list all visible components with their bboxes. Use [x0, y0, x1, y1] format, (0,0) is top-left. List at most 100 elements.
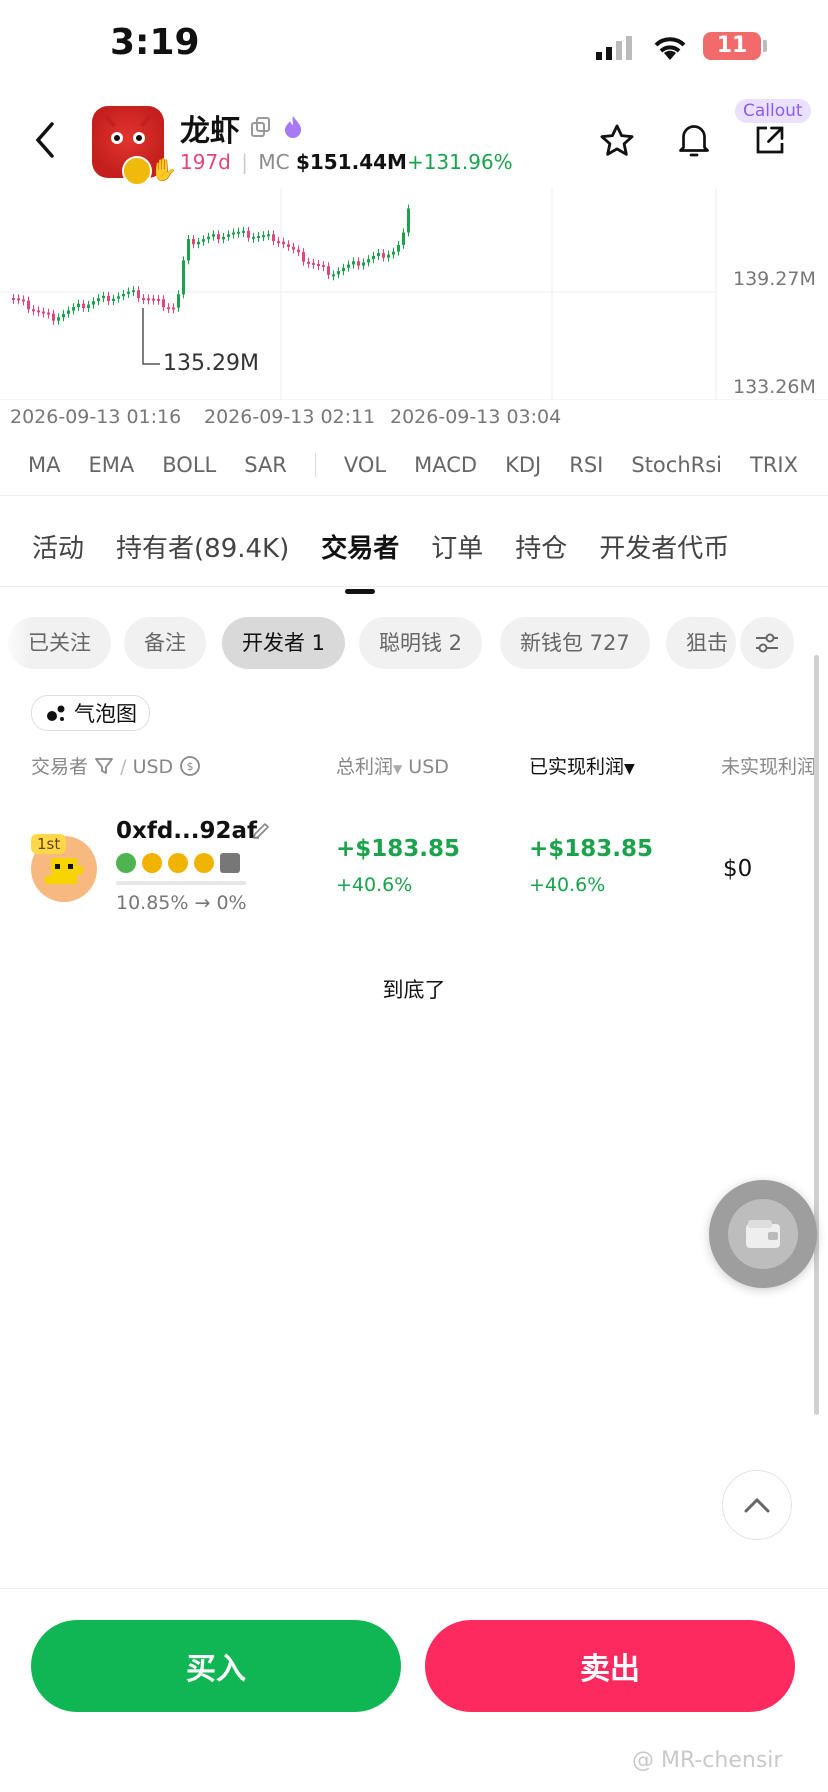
candle	[147, 298, 150, 301]
header-realized-profit[interactable]: 已实现利润▼	[529, 752, 635, 779]
candle	[387, 254, 390, 258]
realized-profit-percent: +40.6%	[529, 874, 606, 896]
copy-icon[interactable]	[250, 116, 272, 142]
candle	[112, 298, 115, 302]
indicator-vol[interactable]: VOL	[344, 453, 386, 477]
header-trader[interactable]: 交易者 / USD $	[31, 752, 201, 779]
candle	[402, 232, 405, 245]
filter-new-wallet[interactable]: 新钱包 727	[500, 617, 650, 669]
candle	[397, 244, 400, 252]
candle	[297, 249, 300, 253]
candle	[122, 293, 125, 297]
realized-profit-value: +$183.85	[529, 836, 654, 862]
candle	[107, 295, 110, 302]
price-chart[interactable]	[0, 188, 828, 401]
candle	[162, 299, 165, 308]
candle	[27, 300, 30, 310]
indicator-kdj[interactable]: KDJ	[505, 453, 541, 477]
filter-notes[interactable]: 备注	[124, 617, 206, 669]
callout-badge[interactable]: Callout	[735, 99, 811, 123]
indicator-ema[interactable]: EMA	[88, 453, 134, 477]
candle	[347, 264, 350, 268]
candle	[232, 232, 235, 235]
candle	[197, 241, 200, 245]
bundle-tag-icon	[220, 853, 240, 873]
candle	[212, 234, 215, 237]
chef-tag-icon	[142, 853, 162, 873]
header-total-profit[interactable]: 总利润▼ USD	[336, 752, 449, 779]
candle	[217, 234, 220, 240]
low-marker-line	[142, 308, 160, 365]
candle	[267, 234, 270, 237]
tab-traders[interactable]: 交易者	[321, 500, 399, 586]
mc-label: MC	[258, 150, 290, 174]
candle	[142, 298, 145, 301]
candle	[362, 262, 365, 266]
holding-bar	[116, 881, 246, 885]
token-name: 龙虾	[180, 114, 240, 149]
bell-icon[interactable]	[676, 120, 712, 164]
filter-sniper[interactable]: 狙击	[666, 617, 736, 669]
candle	[167, 307, 170, 310]
indicator-trix[interactable]: TRIX	[750, 453, 798, 477]
tab-holders[interactable]: 持有者(89.4K)	[116, 500, 289, 586]
candle	[372, 255, 375, 260]
group-tag-icon	[168, 853, 188, 873]
scroll-top-button[interactable]	[722, 1470, 792, 1540]
candle	[287, 244, 290, 247]
candle	[32, 309, 35, 312]
tab-positions[interactable]: 持仓	[515, 500, 567, 586]
buy-button[interactable]: 买入	[31, 1620, 401, 1712]
candle	[62, 313, 65, 318]
trader-address[interactable]: 0xfd...92af	[116, 818, 257, 844]
total-profit-value: +$183.85	[336, 836, 461, 862]
filter-smart-money[interactable]: 聪明钱 2	[359, 617, 483, 669]
tab-orders[interactable]: 订单	[431, 500, 483, 586]
candle	[202, 239, 205, 242]
bubble-map-label: 气泡图	[74, 702, 137, 726]
indicator-stochrsi[interactable]: StochRsi	[631, 453, 722, 477]
candle	[57, 317, 60, 321]
candle	[247, 230, 250, 238]
wallet-button[interactable]	[709, 1180, 817, 1288]
candle	[312, 262, 315, 265]
candle	[317, 264, 320, 266]
bubble-map-button[interactable]: 气泡图	[31, 695, 150, 731]
candle	[207, 236, 210, 240]
candle	[157, 298, 160, 301]
candle	[97, 298, 100, 302]
target-tag-icon	[194, 853, 214, 873]
candle	[322, 265, 325, 268]
chain-badge-icon	[122, 156, 152, 186]
header-unrealized-profit[interactable]: 未实现利润	[721, 752, 816, 779]
wifi-icon	[650, 32, 690, 66]
tab-activity[interactable]: 活动	[32, 500, 84, 586]
indicator-macd[interactable]: MACD	[414, 453, 477, 477]
candle	[282, 241, 285, 245]
candle	[277, 241, 280, 244]
sell-button[interactable]: 卖出	[425, 1620, 795, 1712]
candle	[102, 295, 105, 299]
time-tick-3: 2026-09-13 03:04	[390, 406, 562, 428]
candle	[187, 239, 190, 261]
wallet-button-inner	[728, 1199, 798, 1269]
tab-dev-tokens[interactable]: 开发者代币	[599, 500, 729, 586]
candle	[367, 259, 370, 263]
filter-developer[interactable]: 开发者 1	[222, 617, 346, 669]
candle	[237, 231, 240, 234]
share-icon[interactable]	[752, 122, 788, 162]
filter-settings-button[interactable]	[740, 617, 794, 669]
candle	[407, 208, 410, 233]
indicator-rsi[interactable]: RSI	[569, 453, 603, 477]
back-button[interactable]	[34, 120, 58, 164]
indicator-ma[interactable]: MA	[28, 453, 60, 477]
candle	[92, 301, 95, 305]
edit-icon[interactable]	[251, 821, 271, 845]
star-icon[interactable]	[598, 122, 636, 164]
candle	[272, 234, 275, 242]
candle	[242, 230, 245, 233]
indicator-boll[interactable]: BOLL	[162, 453, 216, 477]
scrollbar[interactable]	[814, 655, 819, 1415]
indicator-sar[interactable]: SAR	[244, 453, 287, 477]
price-change: +131.96%	[406, 150, 513, 174]
